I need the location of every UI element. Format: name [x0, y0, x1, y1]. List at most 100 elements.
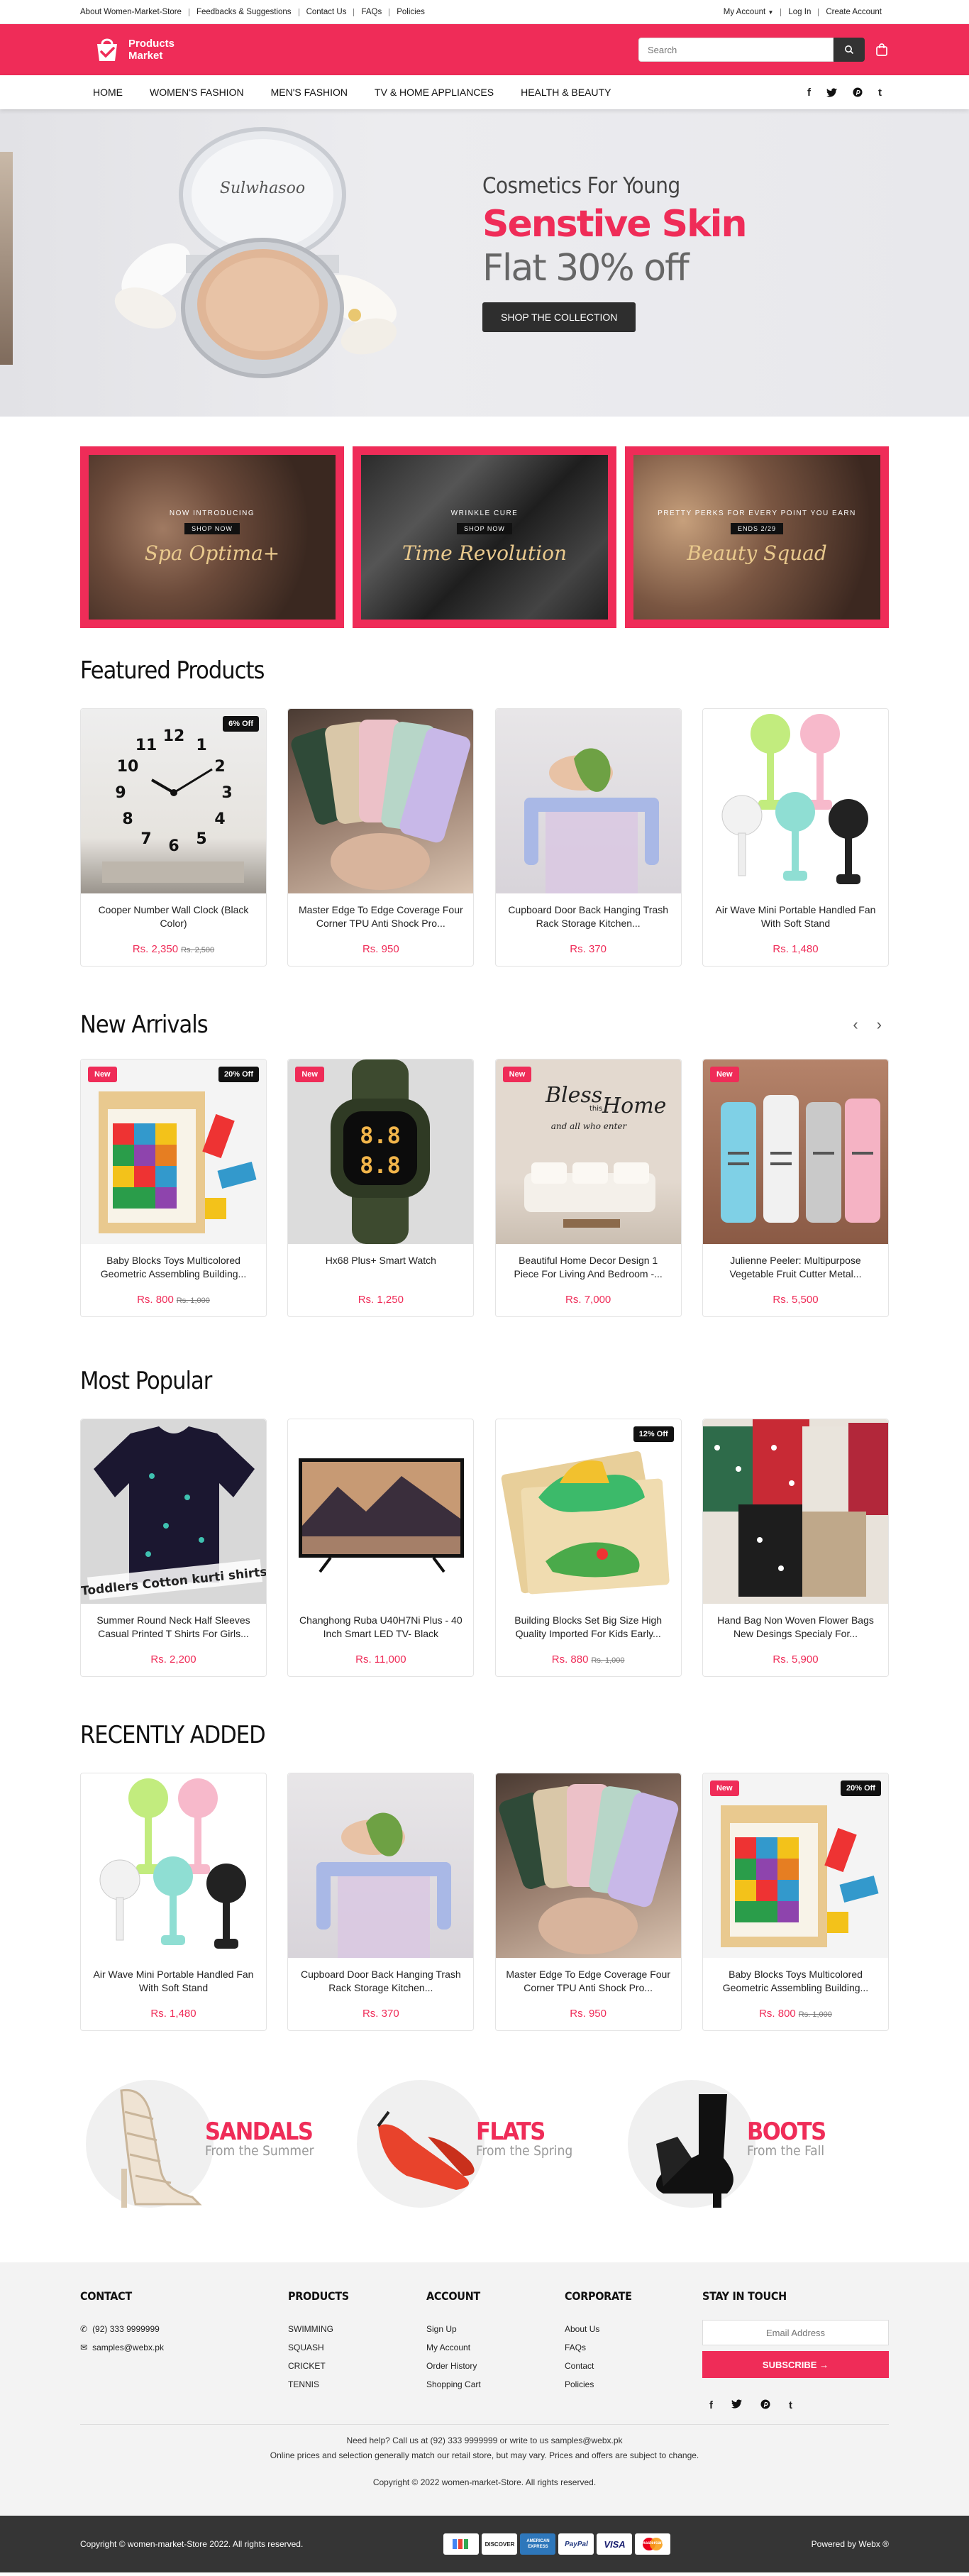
product-name[interactable]: Summer Round Neck Half Sleeves Casual Pr…	[81, 1614, 266, 1641]
product-name[interactable]: Cupboard Door Back Hanging Trash Rack St…	[288, 1968, 473, 1995]
category-boots[interactable]: BOOTS From the Fall	[628, 2069, 883, 2218]
tumblr-icon[interactable]: t	[878, 87, 882, 99]
category-flats[interactable]: FLATS From the Spring	[357, 2069, 612, 2218]
nav-tv-home-appliances[interactable]: TV & HOME APPLIANCES	[375, 87, 494, 98]
pinterest-icon[interactable]	[853, 87, 863, 97]
footer-link[interactable]: Policies	[565, 2379, 702, 2389]
product-name[interactable]: Cooper Number Wall Clock (Black Color)	[81, 903, 266, 930]
product-name[interactable]: Hx68 Plus+ Smart Watch	[288, 1254, 473, 1281]
category-sandals[interactable]: SANDALS From the Summer	[86, 2069, 341, 2218]
category-title: BOOTS	[747, 2118, 826, 2146]
decor-subtitle: and all who enter	[550, 1121, 627, 1131]
top-link-contact[interactable]: Contact Us	[299, 8, 355, 16]
footer-account: ACCOUNT Sign Up My Account Order History…	[426, 2289, 565, 2411]
product-card[interactable]: New Julienne Peeler: Multipurpose Vegeta…	[702, 1059, 889, 1317]
product-card[interactable]: Hand Bag Non Woven Flower Bags New Desin…	[702, 1419, 889, 1677]
top-link-policies[interactable]: Policies	[389, 8, 432, 16]
footer-link[interactable]: About Us	[565, 2324, 702, 2334]
nav-home[interactable]: HOME	[93, 87, 123, 98]
product-card[interactable]: Toddlers Cotton kurti shirts Summer Roun…	[80, 1419, 267, 1677]
product-name[interactable]: Julienne Peeler: Multipurpose Vegetable …	[703, 1254, 888, 1281]
footer-link[interactable]: TENNIS	[288, 2379, 426, 2389]
twitter-icon[interactable]	[826, 87, 837, 97]
pinterest-icon[interactable]	[760, 2399, 770, 2409]
top-link-faqs[interactable]: FAQs	[354, 8, 390, 16]
promo-image: NOW INTRODUCING SHOP NOW Spa Optima+	[89, 455, 336, 620]
hero-banner[interactable]: Sulwhasoo Cosmetics For Young Senstive S…	[0, 109, 969, 417]
chevron-left-icon[interactable]: ‹	[853, 1015, 858, 1034]
nav-health-beauty[interactable]: HEALTH & BEAUTY	[521, 87, 611, 98]
product-card[interactable]: 12 1 2 3 4 5 6 7 8 9 10 11 6% Off Cooper Number Wal…	[80, 708, 267, 967]
product-card[interactable]: 12% Off Building Blocks Set Big Size Hig…	[494, 1419, 682, 1677]
login-link[interactable]: Log In	[781, 8, 819, 16]
current-price: Rs. 5,500	[773, 1294, 819, 1306]
cart-icon[interactable]	[875, 43, 889, 57]
product-name[interactable]: Cupboard Door Back Hanging Trash Rack St…	[496, 903, 681, 930]
product-name[interactable]: Changhong Ruba U40H7Ni Plus - 40 Inch Sm…	[288, 1614, 473, 1641]
product-card[interactable]: Cupboard Door Back Hanging Trash Rack St…	[287, 1773, 475, 2031]
top-link-feedback[interactable]: Feedbacks & Suggestions	[189, 8, 299, 16]
search-button[interactable]	[834, 38, 865, 62]
twitter-icon[interactable]	[731, 2399, 742, 2409]
product-card[interactable]: Air Wave Mini Portable Handled Fan With …	[80, 1773, 267, 2031]
footer-link[interactable]: Order History	[426, 2361, 565, 2371]
product-price: Rs. 5,900	[703, 1653, 888, 1666]
product-card[interactable]: Master Edge To Edge Coverage Four Corner…	[494, 1773, 682, 2031]
category-subtitle: From the Spring	[476, 2143, 573, 2159]
search-input[interactable]	[638, 38, 834, 62]
promo-button[interactable]: SHOP NOW	[184, 523, 240, 534]
product-name[interactable]: Air Wave Mini Portable Handled Fan With …	[703, 903, 888, 930]
promo-spa-optima[interactable]: NOW INTRODUCING SHOP NOW Spa Optima+	[80, 446, 344, 628]
product-card[interactable]: New 20% Off Baby Blocks Toys Multicolore…	[80, 1059, 267, 1317]
footer-email[interactable]: ✉ samples@webx.pk	[80, 2343, 288, 2352]
product-card[interactable]: Bless this Home and all who enter New Be…	[494, 1059, 682, 1317]
help-line2: Online prices and selection generally ma…	[270, 2450, 699, 2460]
most-popular-section: Most Popular Toddlers Cotton kurti shirt…	[80, 1367, 889, 1677]
product-name[interactable]: Hand Bag Non Woven Flower Bags New Desin…	[703, 1614, 888, 1641]
newsletter-email-input[interactable]	[702, 2320, 889, 2345]
promo-beauty-squad[interactable]: PRETTY PERKS FOR EVERY POINT YOU EARN EN…	[625, 446, 889, 628]
create-account-link[interactable]: Create Account	[819, 8, 889, 16]
product-card[interactable]: Changhong Ruba U40H7Ni Plus - 40 Inch Sm…	[287, 1419, 475, 1677]
my-account-dropdown[interactable]: My Account ▼	[724, 8, 782, 16]
logo[interactable]: Products Market	[80, 34, 175, 65]
facebook-icon[interactable]: f	[709, 2399, 713, 2411]
mastercard-label: mastercard	[641, 2541, 665, 2545]
footer-link[interactable]: FAQs	[565, 2343, 702, 2352]
product-name[interactable]: Master Edge To Edge Coverage Four Corner…	[288, 903, 473, 930]
cushion-compact-image: Sulwhasoo	[114, 127, 397, 378]
product-card[interactable]: Master Edge To Edge Coverage Four Corner…	[287, 708, 475, 967]
top-link-about[interactable]: About Women-Market-Store	[80, 8, 189, 16]
product-name[interactable]: Baby Blocks Toys Multicolored Geometric …	[81, 1254, 266, 1281]
chevron-right-icon[interactable]: ›	[877, 1015, 882, 1034]
nav-mens-fashion[interactable]: MEN'S FASHION	[271, 87, 348, 98]
product-card[interactable]: 8.8 8.8 New Hx68 Plus+ Smart Watch Rs. 1,…	[287, 1059, 475, 1317]
product-card[interactable]: New 20% Off Baby Blocks Toys Multicolore…	[702, 1773, 889, 2031]
product-name[interactable]: Baby Blocks Toys Multicolored Geometric …	[703, 1968, 888, 1995]
product-image: New	[702, 1059, 888, 1244]
shop-collection-button[interactable]: SHOP THE COLLECTION	[482, 302, 636, 332]
tumblr-icon[interactable]: t	[789, 2399, 792, 2411]
footer-link[interactable]: Contact	[565, 2361, 702, 2371]
product-name[interactable]: Building Blocks Set Big Size High Qualit…	[496, 1614, 681, 1641]
footer-phone[interactable]: ✆ (92) 333 9999999	[80, 2324, 288, 2334]
subscribe-button[interactable]: SUBSCRIBE →	[702, 2351, 889, 2378]
footer-link[interactable]: SWIMMING	[288, 2324, 426, 2334]
product-name[interactable]: Beautiful Home Decor Design 1 Piece For …	[496, 1254, 681, 1281]
product-card[interactable]: Cupboard Door Back Hanging Trash Rack St…	[494, 708, 682, 967]
product-name[interactable]: Master Edge To Edge Coverage Four Corner…	[496, 1968, 681, 1995]
promo-time-revolution[interactable]: WRINKLE CURE SHOP NOW Time Revolution	[353, 446, 616, 628]
nav-womens-fashion[interactable]: WOMEN'S FASHION	[150, 87, 244, 98]
footer-link[interactable]: My Account	[426, 2343, 565, 2352]
promo-button[interactable]: SHOP NOW	[457, 523, 512, 534]
promo-button[interactable]: ENDS 2/29	[730, 523, 784, 534]
product-name[interactable]: Air Wave Mini Portable Handled Fan With …	[81, 1968, 266, 1995]
promo-kicker: WRINKLE CURE	[450, 510, 519, 517]
product-card[interactable]: Air Wave Mini Portable Handled Fan With …	[702, 708, 889, 967]
facebook-icon[interactable]: f	[807, 87, 811, 99]
footer-link[interactable]: SQUASH	[288, 2343, 426, 2352]
hero-line2: Senstive Skin	[482, 203, 748, 246]
footer-link[interactable]: CRICKET	[288, 2361, 426, 2371]
footer-link[interactable]: Shopping Cart	[426, 2379, 565, 2389]
footer-link[interactable]: Sign Up	[426, 2324, 565, 2334]
